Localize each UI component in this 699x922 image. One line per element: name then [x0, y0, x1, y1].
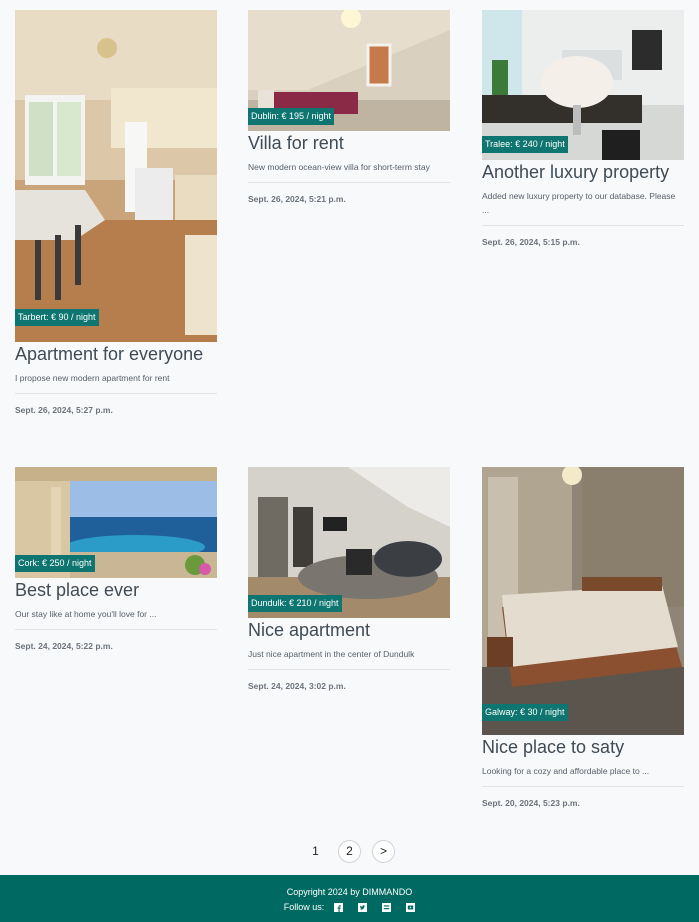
footer: Copyright 2024 by DIMMANDO Follow us:: [0, 875, 699, 922]
listing-date: Sept. 20, 2024, 5:23 p.m.: [482, 798, 580, 808]
divider: [15, 629, 217, 630]
pagination: 1 2 >: [0, 840, 699, 863]
listing-photo[interactable]: Tarbert: € 90 / night: [15, 10, 217, 342]
youtube-icon[interactable]: [406, 902, 416, 912]
next-page-button[interactable]: >: [372, 840, 395, 863]
price-badge: Dublin: € 195 / night: [248, 108, 335, 125]
price-badge: Dundulk: € 210 / night: [248, 595, 342, 612]
facebook-icon[interactable]: [334, 902, 344, 912]
listing-title[interactable]: Nice place to saty: [482, 736, 684, 759]
listing-title[interactable]: Another luxury property: [482, 161, 684, 184]
listing-description: Added new luxury property to our databas…: [482, 191, 676, 215]
listing-card[interactable]: Cork: € 250 / night Best place ever Our …: [15, 467, 217, 652]
listing-photo[interactable]: Cork: € 250 / night: [15, 467, 217, 578]
listing-card[interactable]: Tarbert: € 90 / night Apartment for ever…: [15, 10, 217, 416]
listing-date: Sept. 24, 2024, 3:02 p.m.: [248, 681, 346, 691]
listing-photo[interactable]: Dundulk: € 210 / night: [248, 467, 450, 618]
price-badge: Tralee: € 240 / night: [482, 136, 568, 153]
follow-label: Follow us:: [283, 902, 325, 912]
listing-card[interactable]: Dundulk: € 210 / night Nice apartment Ju…: [248, 467, 450, 692]
listing-title[interactable]: Villa for rent: [248, 132, 450, 155]
copyright-text: Copyright 2024 by DIMMANDO: [286, 887, 413, 897]
listing-date: Sept. 26, 2024, 5:27 p.m.: [15, 405, 113, 415]
listing-date: Sept. 26, 2024, 5:15 p.m.: [482, 237, 580, 247]
listing-date: Sept. 24, 2024, 5:22 p.m.: [15, 641, 113, 651]
listing-description: I propose new modern apartment for rent: [15, 373, 170, 383]
divider: [248, 669, 450, 670]
listing-card[interactable]: Tralee: € 240 / night Another luxury pro…: [482, 10, 684, 248]
twitter-icon[interactable]: [358, 902, 368, 912]
price-badge: Galway: € 30 / night: [482, 704, 568, 721]
page-1-button[interactable]: 1: [304, 840, 327, 863]
listing-description: Looking for a cozy and affordable place …: [482, 766, 650, 776]
listing-title[interactable]: Apartment for everyone: [15, 343, 217, 366]
price-badge: Tarbert: € 90 / night: [15, 309, 99, 326]
price-badge: Cork: € 250 / night: [15, 555, 95, 572]
divider: [15, 393, 217, 394]
listing-photo[interactable]: Galway: € 30 / night: [482, 467, 684, 735]
listing-description: New modern ocean-view villa for short-te…: [248, 162, 430, 172]
listing-title[interactable]: Nice apartment: [248, 619, 450, 642]
listing-date: Sept. 26, 2024, 5:21 p.m.: [248, 194, 346, 204]
listing-photo[interactable]: Tralee: € 240 / night: [482, 10, 684, 160]
divider: [482, 786, 684, 787]
listing-description: Just nice apartment in the center of Dun…: [248, 649, 415, 659]
page-2-button[interactable]: 2: [338, 840, 361, 863]
listing-photo[interactable]: Dublin: € 195 / night: [248, 10, 450, 131]
listing-card[interactable]: Dublin: € 195 / night Villa for rent New…: [248, 10, 450, 205]
listing-title[interactable]: Best place ever: [15, 579, 217, 602]
divider: [482, 225, 684, 226]
listing-card[interactable]: Galway: € 30 / night Nice place to saty …: [482, 467, 684, 809]
linkedin-icon[interactable]: [382, 902, 392, 912]
follow-us: Follow us:: [0, 900, 699, 914]
listing-description: Our stay like at home you'll love for ..…: [15, 609, 157, 619]
divider: [248, 182, 450, 183]
